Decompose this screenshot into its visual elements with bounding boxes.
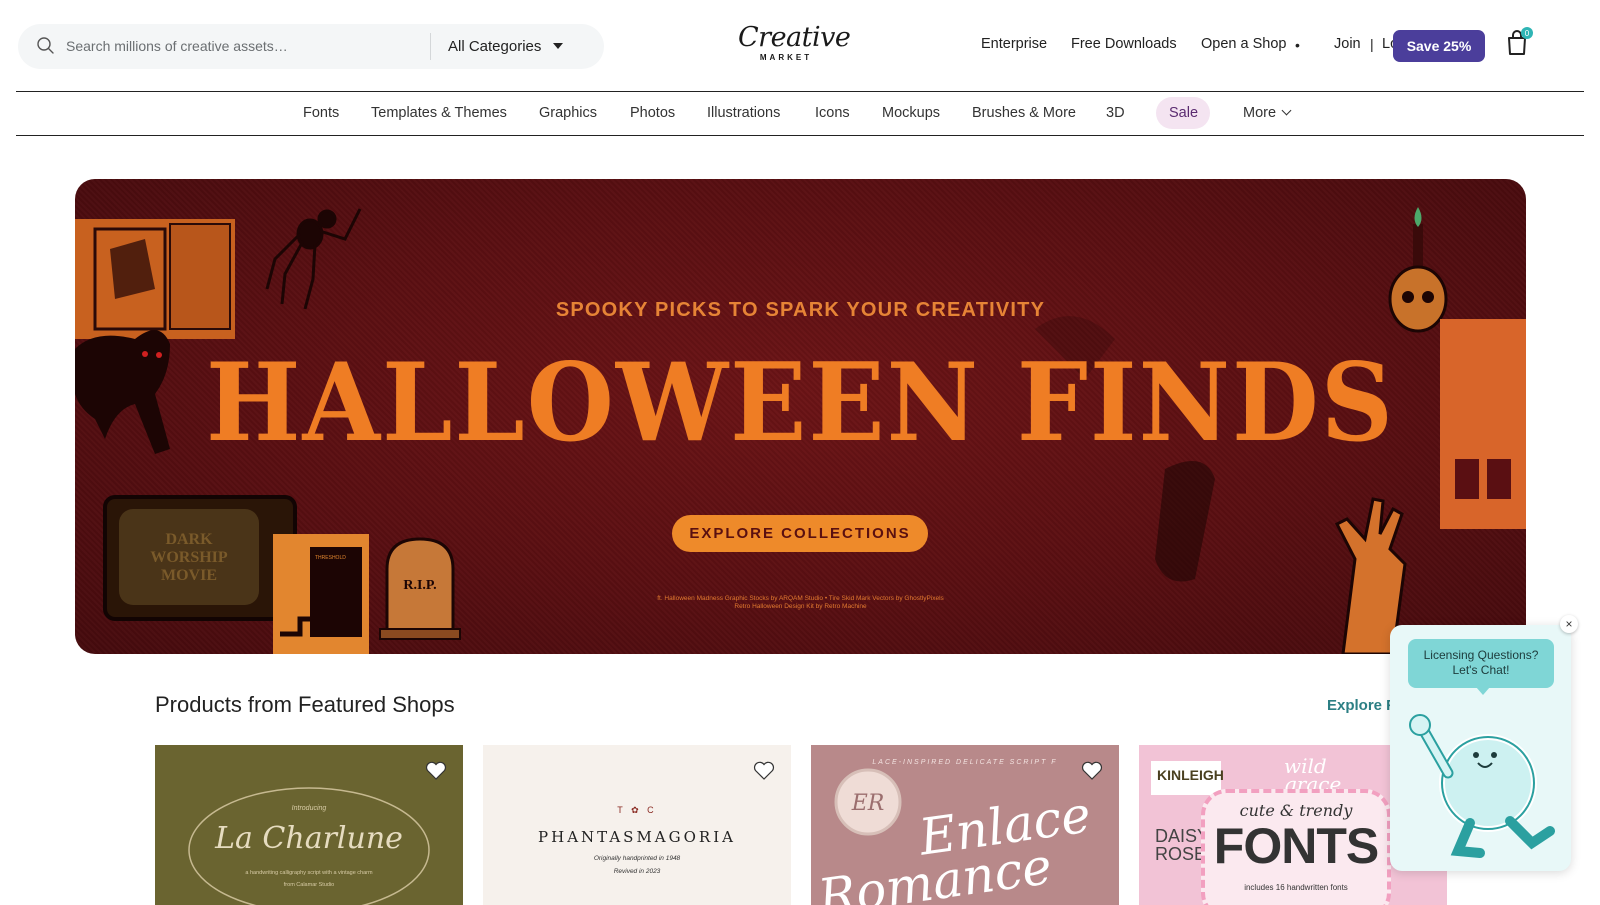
card-font-name: La Charlune bbox=[215, 821, 403, 856]
search-icon bbox=[37, 37, 54, 54]
svg-text:MOVIE: MOVIE bbox=[161, 567, 217, 584]
card-intro-text: Introducing bbox=[291, 805, 327, 812]
card-tag: LACE-INSPIRED DELICATE SCRIPT F bbox=[872, 759, 1058, 766]
chevron-down-icon bbox=[1281, 105, 1292, 116]
nav-more[interactable]: More bbox=[1243, 105, 1292, 121]
explore-collections-button[interactable]: EXPLORE COLLECTIONS bbox=[672, 515, 928, 552]
enterprise-link[interactable]: Enterprise bbox=[981, 36, 1047, 52]
hero-title: HALLOWEEN FINDS bbox=[206, 338, 1395, 466]
card-tile-text-2: wild grace bbox=[1284, 754, 1342, 796]
logo-sub-text: MARKET bbox=[759, 53, 813, 62]
mascot-illustration bbox=[1409, 714, 1555, 858]
hero-credit: ft. Halloween Madness Graphic Stocks by … bbox=[75, 595, 1526, 611]
logo-main-text: Creative bbox=[738, 22, 851, 53]
card-desc-2: Revived in 2023 bbox=[613, 868, 661, 875]
hero-subtitle: SPOOKY PICKS TO SPARK YOUR CREATIVITY bbox=[555, 299, 1046, 321]
tombstone-illustration: R.I.P. bbox=[379, 537, 461, 640]
search-input[interactable] bbox=[66, 33, 426, 59]
free-downloads-link[interactable]: Free Downloads bbox=[1071, 36, 1177, 52]
open-shop-link[interactable]: Open a Shop bbox=[1201, 36, 1286, 52]
nav-templates-themes[interactable]: Templates & Themes bbox=[371, 105, 507, 121]
card-tile-text-1: KINLEIGH bbox=[1157, 767, 1224, 783]
category-select[interactable]: All Categories bbox=[448, 35, 564, 57]
hero-banner[interactable]: DARK WORSHIP MOVIE THRESHOLD R.I.P. SPOO… bbox=[75, 179, 1526, 654]
product-card[interactable]: LACE-INSPIRED DELICATE SCRIPT F ER Enlac… bbox=[811, 745, 1119, 905]
nav-dot-separator: • bbox=[1295, 37, 1300, 53]
chat-bubble[interactable]: Licensing Questions? Let's Chat! bbox=[1408, 639, 1554, 695]
chat-line-2: Let's Chat! bbox=[1452, 663, 1510, 677]
card-foot-text: includes 16 handwritten fonts bbox=[1244, 883, 1348, 892]
hero-credit-line-2: Retro Halloween Design Kit by Retro Mach… bbox=[734, 603, 867, 610]
card-mark: T ✿ C bbox=[617, 805, 657, 815]
spider-illustration bbox=[265, 208, 362, 310]
nav-icons[interactable]: Icons bbox=[815, 105, 850, 121]
nav-3d[interactable]: 3D bbox=[1106, 105, 1125, 121]
explore-featured-link[interactable]: Explore F bbox=[1327, 697, 1395, 714]
nav-photos[interactable]: Photos bbox=[630, 105, 675, 121]
card-desc-1: Originally handprinted in 1948 bbox=[593, 855, 681, 862]
product-card[interactable]: T ✿ C PHANTASMAGORIA Originally handprin… bbox=[483, 745, 791, 905]
book-illustration: THRESHOLD bbox=[273, 534, 369, 654]
nav-pipe-separator: | bbox=[1370, 36, 1374, 52]
search-bar[interactable]: All Categories bbox=[18, 24, 604, 69]
nav-illustrations[interactable]: Illustrations bbox=[707, 105, 780, 121]
category-select-label: All Categories bbox=[448, 37, 542, 55]
heart-icon[interactable] bbox=[1081, 761, 1103, 781]
hero-credit-line-1: ft. Halloween Madness Graphic Stocks by … bbox=[657, 595, 944, 602]
svg-text:R.I.P.: R.I.P. bbox=[403, 578, 436, 593]
category-nav: Fonts Templates & Themes Graphics Photos… bbox=[16, 92, 1584, 136]
card-desc-2: from Calamar Studio bbox=[283, 882, 335, 888]
nav-mockups[interactable]: Mockups bbox=[882, 105, 940, 121]
join-link[interactable]: Join bbox=[1334, 36, 1361, 52]
nav-graphics[interactable]: Graphics bbox=[539, 105, 597, 121]
heart-icon[interactable] bbox=[425, 761, 447, 781]
chat-line-1: Licensing Questions? bbox=[1423, 648, 1539, 662]
svg-text:ER: ER bbox=[851, 791, 885, 816]
svg-text:WORSHIP: WORSHIP bbox=[150, 549, 228, 566]
svg-text:THRESHOLD: THRESHOLD bbox=[315, 555, 346, 561]
nav-brushes-more[interactable]: Brushes & More bbox=[972, 105, 1076, 121]
nav-sale[interactable]: Sale bbox=[1169, 105, 1198, 121]
card-tile-text-4: ROSE bbox=[1155, 844, 1207, 864]
save-25-button[interactable]: Save 25% bbox=[1393, 30, 1485, 62]
heart-icon[interactable] bbox=[753, 761, 775, 781]
search-divider bbox=[430, 33, 431, 60]
card-big-text: FONTS bbox=[1213, 818, 1379, 874]
svg-text:DARK: DARK bbox=[165, 531, 213, 548]
creative-market-logo[interactable]: Creative MARKET bbox=[738, 22, 851, 64]
cart-count-badge: 0 bbox=[1521, 27, 1533, 39]
product-card[interactable]: Introducing La Charlune a handwriting ca… bbox=[155, 745, 463, 905]
chat-close-icon[interactable]: × bbox=[1560, 615, 1578, 633]
card-font-name: PHANTASMAGORIA bbox=[538, 828, 736, 846]
nav-more-label: More bbox=[1243, 105, 1277, 121]
card-desc-1: a handwriting calligraphy script with a … bbox=[245, 870, 373, 876]
featured-section-title: Products from Featured Shops bbox=[155, 692, 455, 717]
caret-down-icon bbox=[553, 43, 564, 49]
nav-fonts[interactable]: Fonts bbox=[303, 105, 339, 121]
chat-widget[interactable]: Licensing Questions? Let's Chat! bbox=[1390, 625, 1571, 871]
